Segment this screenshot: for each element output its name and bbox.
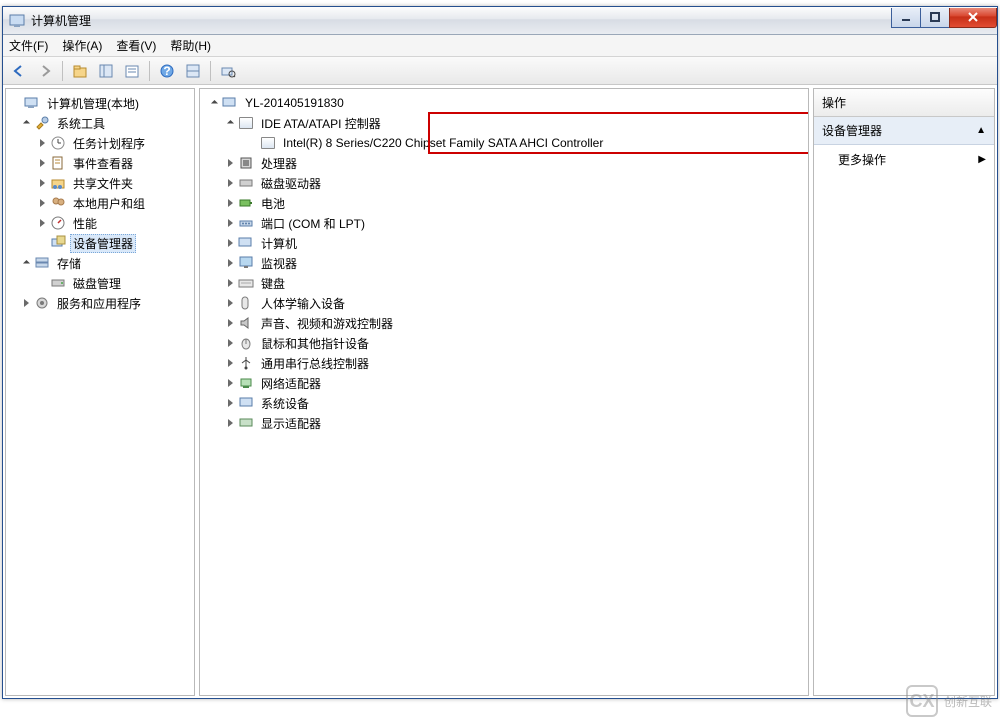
tree-root[interactable]: 计算机管理(本地) [8,93,192,113]
separator [149,61,150,81]
tree-services[interactable]: 服务和应用程序 [8,293,192,313]
body: 计算机管理(本地) 系统工具 任务计划程序 事件查看器 共享文件夹 本地用户和组… [3,85,997,698]
mid-pane: YL-201405191830 IDE ATA/ATAPI 控制器 Intel(… [199,88,809,696]
menu-file[interactable]: 文件(F) [9,37,48,54]
more-actions[interactable]: 更多操作 ▶ [814,145,994,174]
event-icon [50,155,66,171]
tree-event-viewer[interactable]: 事件查看器 [8,153,192,173]
device-display[interactable]: 显示适配器 [202,413,806,433]
sound-icon [238,315,254,331]
app-icon [9,13,25,29]
window-buttons [892,8,997,28]
view-button[interactable] [181,60,205,82]
device-mouse[interactable]: 鼠标和其他指针设备 [202,333,806,353]
device-root[interactable]: YL-201405191830 [202,93,806,113]
menubar: 文件(F) 操作(A) 查看(V) 帮助(H) [3,35,997,57]
device-monitor[interactable]: 监视器 [202,253,806,273]
cpu-icon [238,155,254,171]
device-hid[interactable]: 人体学输入设备 [202,293,806,313]
shared-folder-icon [50,175,66,191]
menu-action[interactable]: 操作(A) [62,37,102,54]
keyboard-icon [238,275,254,291]
device-keyboard[interactable]: 键盘 [202,273,806,293]
disk-icon [50,275,66,291]
submenu-icon: ▶ [978,154,986,165]
usb-icon [238,355,254,371]
actions-context-label: 设备管理器 [822,122,882,139]
tree-task-scheduler[interactable]: 任务计划程序 [8,133,192,153]
collapse-icon: ▲ [976,125,986,136]
window: 计算机管理 文件(F) 操作(A) 查看(V) 帮助(H) ? 计算机管理(本地… [2,6,998,699]
tools-icon [34,115,50,131]
device-manager-icon [50,235,66,251]
window-title: 计算机管理 [31,12,892,29]
maximize-button[interactable] [920,8,950,28]
watermark-text: 创新互联 [944,693,992,710]
device-usb[interactable]: 通用串行总线控制器 [202,353,806,373]
more-actions-label: 更多操作 [838,151,886,168]
separator [62,61,63,81]
device-disk-drives[interactable]: 磁盘驱动器 [202,173,806,193]
device-tree: YL-201405191830 IDE ATA/ATAPI 控制器 Intel(… [200,89,808,437]
device-sound[interactable]: 声音、视频和游戏控制器 [202,313,806,333]
display-adapter-icon [238,415,254,431]
performance-icon [50,215,66,231]
tree-performance[interactable]: 性能 [8,213,192,233]
back-button[interactable] [7,60,31,82]
device-ide-child[interactable]: Intel(R) 8 Series/C220 Chipset Family SA… [202,133,806,153]
menu-view[interactable]: 查看(V) [116,37,156,54]
device-processor[interactable]: 处理器 [202,153,806,173]
menu-help[interactable]: 帮助(H) [170,37,211,54]
hid-icon [238,295,254,311]
disk-drive-icon [238,175,254,191]
left-pane: 计算机管理(本地) 系统工具 任务计划程序 事件查看器 共享文件夹 本地用户和组… [5,88,195,696]
computer-icon [238,235,254,251]
svg-text:?: ? [163,64,170,78]
toolbar: ? [3,57,997,85]
battery-icon [238,195,254,211]
ide-controller-icon [260,135,276,151]
computer-icon [24,95,40,111]
left-tree: 计算机管理(本地) 系统工具 任务计划程序 事件查看器 共享文件夹 本地用户和组… [6,89,194,317]
scan-hardware-button[interactable] [216,60,240,82]
titlebar: 计算机管理 [3,7,997,35]
show-hide-tree-button[interactable] [94,60,118,82]
computer-icon [222,95,238,111]
system-device-icon [238,395,254,411]
forward-button[interactable] [33,60,57,82]
minimize-button[interactable] [891,8,921,28]
services-icon [34,295,50,311]
watermark-logo-icon: CX [906,685,938,717]
up-button[interactable] [68,60,92,82]
tree-device-manager[interactable]: 设备管理器 [8,233,192,253]
tree-shared-folders[interactable]: 共享文件夹 [8,173,192,193]
ide-controller-icon [238,115,254,131]
monitor-icon [238,255,254,271]
port-icon [238,215,254,231]
mouse-icon [238,335,254,351]
storage-icon [34,255,50,271]
network-icon [238,375,254,391]
right-pane: 操作 设备管理器 ▲ 更多操作 ▶ [813,88,995,696]
help-button[interactable]: ? [155,60,179,82]
device-computer[interactable]: 计算机 [202,233,806,253]
watermark: CX 创新互联 [906,685,992,717]
users-icon [50,195,66,211]
separator [210,61,211,81]
device-ports[interactable]: 端口 (COM 和 LPT) [202,213,806,233]
close-button[interactable] [949,8,997,28]
device-system[interactable]: 系统设备 [202,393,806,413]
device-ide[interactable]: IDE ATA/ATAPI 控制器 [202,113,806,133]
device-network[interactable]: 网络适配器 [202,373,806,393]
properties-button[interactable] [120,60,144,82]
tree-system-tools[interactable]: 系统工具 [8,113,192,133]
tree-local-users[interactable]: 本地用户和组 [8,193,192,213]
actions-context[interactable]: 设备管理器 ▲ [814,117,994,145]
tree-disk-mgmt[interactable]: 磁盘管理 [8,273,192,293]
actions-header: 操作 [814,89,994,117]
tree-storage[interactable]: 存储 [8,253,192,273]
clock-icon [50,135,66,151]
device-battery[interactable]: 电池 [202,193,806,213]
